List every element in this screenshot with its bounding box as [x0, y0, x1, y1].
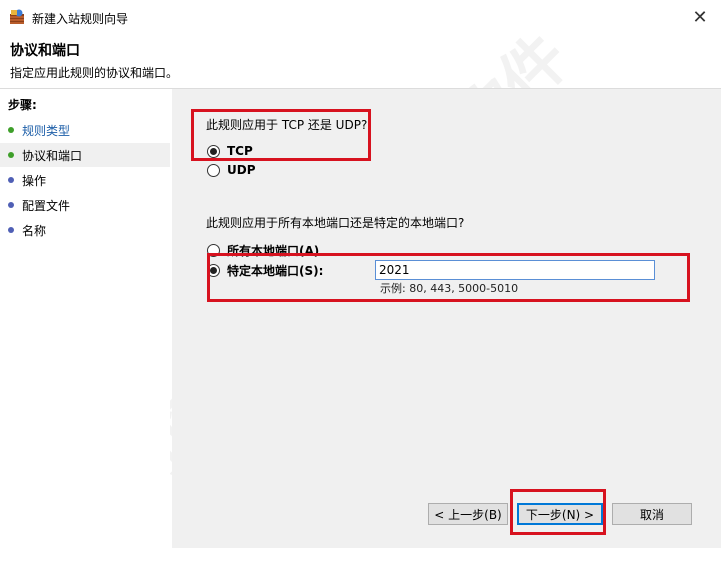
radio-udp[interactable]: UDP — [207, 163, 256, 177]
step-status-icon — [8, 202, 14, 208]
page-title: 协议和端口 — [10, 43, 80, 59]
window-title: 新建入站规则向导 — [32, 12, 129, 26]
step-status-icon — [8, 177, 14, 183]
step-rule-type[interactable]: 规则类型 — [0, 118, 170, 142]
step-label: 操作 — [22, 173, 47, 188]
page-subtitle: 指定应用此规则的协议和端口。 — [10, 66, 179, 80]
firewall-icon — [10, 9, 24, 24]
highlight-box — [191, 109, 371, 161]
highlight-box — [207, 253, 690, 302]
step-status-icon — [8, 127, 14, 133]
radio-button[interactable] — [207, 163, 220, 177]
back-button[interactable]: < 上一步(B) — [428, 503, 508, 525]
step-label: 名称 — [22, 223, 47, 238]
close-button[interactable]: ✕ — [686, 4, 714, 30]
next-button[interactable]: 下一步(N) > — [517, 503, 603, 525]
steps-label: 步骤: — [8, 98, 37, 112]
step-status-icon — [8, 227, 14, 233]
step-protocol-ports[interactable]: 协议和端口 — [0, 143, 170, 167]
step-label: 配置文件 — [22, 198, 71, 213]
step-profile[interactable]: 配置文件 — [0, 193, 170, 217]
step-label: 协议和端口 — [22, 148, 83, 163]
cancel-button[interactable]: 取消 — [612, 503, 692, 525]
step-name[interactable]: 名称 — [0, 218, 170, 242]
step-label: 规则类型 — [22, 123, 71, 138]
radio-label: UDP — [227, 163, 256, 177]
ports-question: 此规则应用于所有本地端口还是特定的本地端口? — [206, 216, 465, 230]
step-action[interactable]: 操作 — [0, 168, 170, 192]
step-status-icon — [8, 152, 14, 158]
